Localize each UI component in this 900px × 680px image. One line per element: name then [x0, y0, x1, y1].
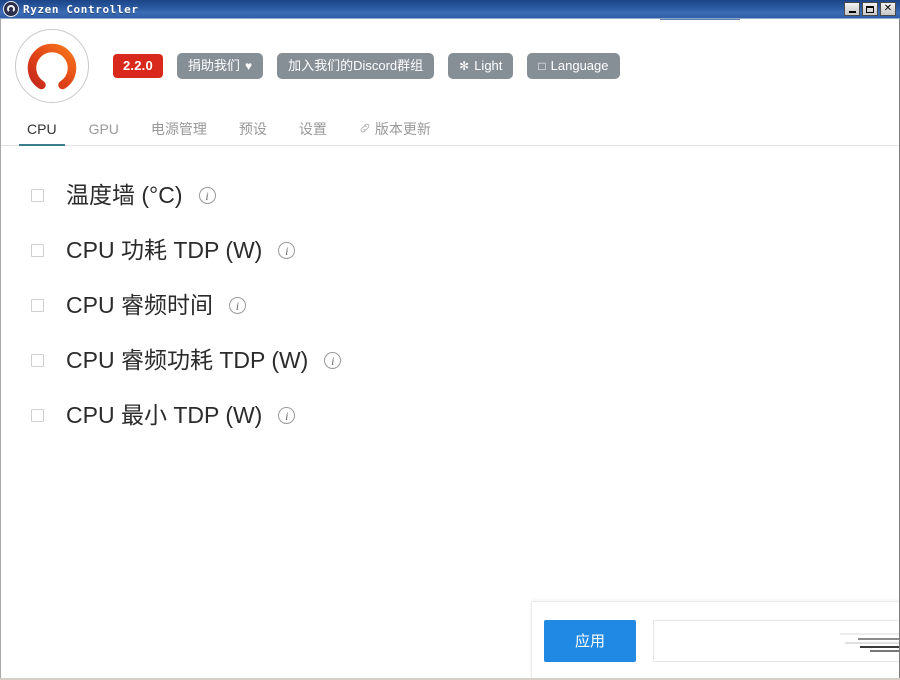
tab-gpu-label: GPU	[88, 121, 119, 137]
close-icon: ✕	[883, 2, 893, 14]
app-header: 2.2.0 捐助我们 ♥ 加入我们的Discord群组 ✻ Light □ La…	[1, 19, 899, 113]
info-icon[interactable]: i	[228, 297, 246, 314]
option-cpu-tdp-checkbox[interactable]	[31, 244, 44, 257]
donate-button[interactable]: 捐助我们 ♥	[176, 52, 264, 80]
title-bar: Ryzen Controller ✕	[0, 0, 900, 19]
side-panel-widget[interactable]	[653, 619, 899, 662]
option-cpu-min-tdp-checkbox[interactable]	[31, 409, 44, 422]
tab-version-update[interactable]: 版本更新	[343, 113, 447, 145]
widget-line	[845, 641, 899, 644]
app-body: 2.2.0 捐助我们 ♥ 加入我们的Discord群组 ✻ Light □ La…	[0, 19, 900, 680]
option-cpu-tdp-label: CPU 功耗 TDP (W)	[66, 237, 263, 263]
tab-version-update-label: 版本更新	[374, 121, 431, 137]
widget-line	[840, 632, 899, 635]
close-button[interactable]: ✕	[880, 2, 896, 16]
tab-cpu-label: CPU	[27, 121, 57, 137]
language-button[interactable]: □ Language	[527, 52, 620, 80]
discord-button-label: 加入我们的Discord群组	[288, 57, 424, 73]
tab-presets-label: 预设	[238, 121, 267, 137]
info-icon[interactable]: i	[324, 352, 342, 369]
minimize-button[interactable]	[844, 2, 860, 16]
link-icon	[359, 122, 371, 137]
tab-settings[interactable]: 设置	[283, 113, 343, 145]
tab-bar: CPU GPU 电源管理 预设 设置 版本更新	[1, 113, 899, 146]
maximize-button[interactable]	[862, 2, 878, 16]
tab-settings-label: 设置	[298, 121, 327, 137]
ryzen-controller-logo	[15, 29, 89, 103]
option-cpu-boost-tdp-checkbox[interactable]	[31, 354, 44, 367]
info-icon[interactable]: i	[198, 187, 216, 204]
minimize-icon	[848, 10, 856, 13]
heart-icon: ♥	[244, 59, 253, 73]
option-cpu-min-tdp-label: CPU 最小 TDP (W)	[66, 402, 263, 428]
info-icon[interactable]: i	[278, 242, 296, 259]
option-cpu-boost-tdp-label: CPU 睿频功耗 TDP (W)	[66, 347, 309, 373]
globe-icon: □	[538, 59, 546, 73]
window-title: Ryzen Controller	[23, 2, 139, 16]
widget-line	[870, 649, 899, 652]
widget-line	[860, 645, 899, 648]
cpu-options-list: 温度墙 (°C) i CPU 功耗 TDP (W) i CPU 睿频时间 i C…	[1, 146, 899, 679]
title-bar-seam	[660, 19, 740, 20]
option-temperature-limit-checkbox[interactable]	[31, 189, 44, 202]
tab-gpu[interactable]: GPU	[73, 113, 135, 145]
application-window: Ryzen Controller ✕ 2.2.0 捐助我们 ♥ 加入我们的Dis…	[0, 0, 900, 680]
option-cpu-min-tdp[interactable]: CPU 最小 TDP (W) i	[31, 388, 899, 443]
option-cpu-tdp[interactable]: CPU 功耗 TDP (W) i	[31, 223, 899, 278]
tab-power-management[interactable]: 电源管理	[135, 113, 223, 145]
donate-button-label: 捐助我们	[187, 57, 240, 73]
tab-presets[interactable]: 预设	[223, 113, 283, 145]
option-cpu-boost-time-label: CPU 睿频时间	[66, 292, 213, 318]
option-temperature-limit[interactable]: 温度墙 (°C) i	[31, 168, 899, 223]
tab-power-management-label: 电源管理	[150, 121, 207, 137]
info-icon[interactable]: i	[278, 407, 296, 424]
widget-line	[858, 637, 899, 640]
maximize-icon	[866, 5, 874, 13]
theme-button[interactable]: ✻ Light	[448, 52, 514, 80]
option-cpu-boost-tdp[interactable]: CPU 睿频功耗 TDP (W) i	[31, 333, 899, 388]
version-badge: 2.2.0	[113, 53, 163, 79]
option-cpu-boost-time[interactable]: CPU 睿频时间 i	[31, 278, 899, 333]
bottom-action-panel: 应用	[531, 601, 899, 679]
window-controls: ✕	[844, 2, 898, 16]
theme-button-label: Light	[474, 57, 503, 73]
app-logo-icon	[3, 1, 19, 17]
sun-icon: ✻	[459, 59, 470, 73]
tab-cpu[interactable]: CPU	[11, 113, 73, 146]
option-cpu-boost-time-checkbox[interactable]	[31, 299, 44, 312]
discord-button[interactable]: 加入我们的Discord群组	[277, 52, 435, 80]
apply-button[interactable]: 应用	[544, 619, 636, 662]
language-button-label: Language	[550, 57, 609, 73]
option-temperature-limit-label: 温度墙 (°C)	[66, 182, 183, 208]
